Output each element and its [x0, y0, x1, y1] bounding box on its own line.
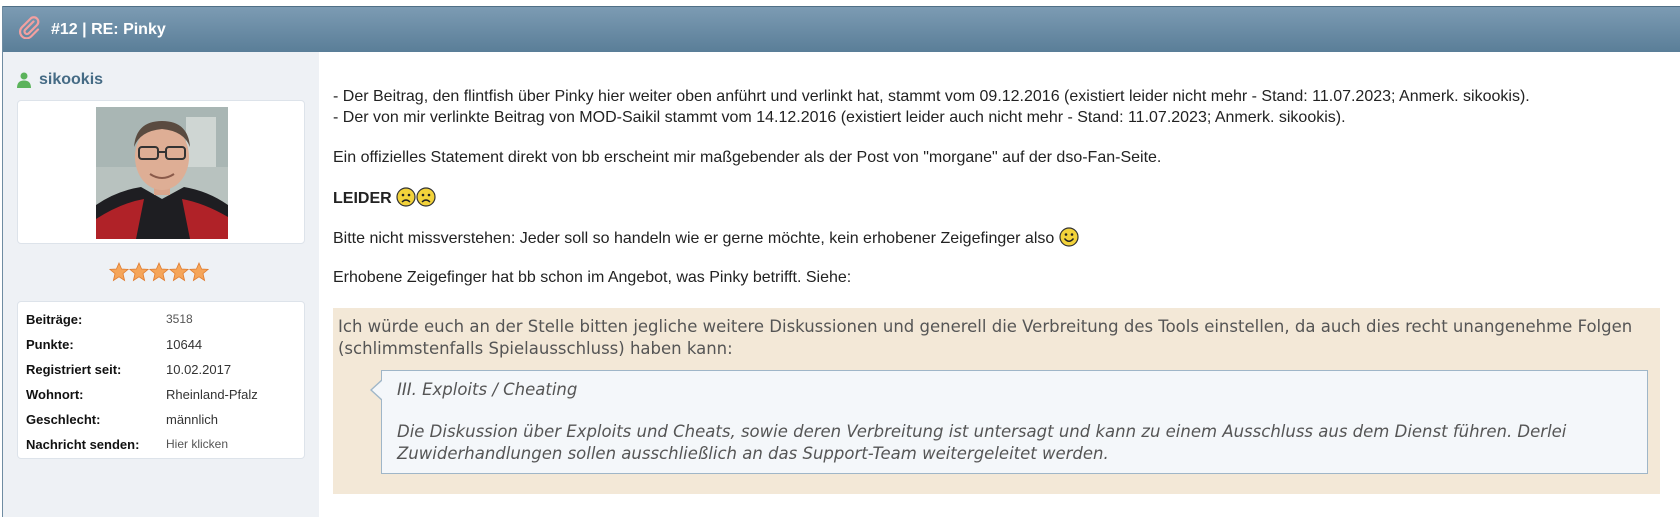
user-icon	[17, 72, 31, 88]
stat-points: Punkte: 10644	[26, 334, 202, 354]
stat-location: Wohnort: Rheinland-Pfalz	[26, 384, 258, 404]
star-icon	[189, 262, 209, 282]
star-icon	[149, 262, 169, 282]
author-stats: Beiträge: 3518 Punkte: 10644 Registriert…	[17, 301, 305, 459]
forum-post: #12 | RE: Pinky sikookis Beiträge: 3518 …	[2, 6, 1680, 517]
sad-face-icon	[396, 187, 416, 207]
stat-label: Registriert seit:	[26, 361, 122, 377]
stat-label: Wohnort:	[26, 386, 84, 402]
avatar-frame	[17, 100, 305, 244]
stat-label: Geschlecht:	[26, 411, 101, 427]
nested-quote-heading: III. Exploits / Cheating	[397, 380, 578, 399]
stat-posts: Beiträge: 3518	[26, 309, 193, 329]
author-sidebar: sikookis Beiträge: 3518 Punkte: 10644 Re…	[3, 52, 319, 517]
send-message-link[interactable]: Hier klicken	[166, 437, 228, 451]
stat-value: 10.02.2017	[166, 361, 232, 377]
rank-stars	[109, 262, 209, 282]
star-icon	[169, 262, 189, 282]
author-name-row: sikookis	[17, 70, 103, 90]
avatar[interactable]	[96, 107, 228, 239]
post-line: - Der Beitrag, den flintfish über Pinky …	[333, 88, 1530, 105]
leider-text: LEIDER	[333, 190, 392, 207]
stat-value: 3518	[166, 312, 193, 326]
stat-gender: Geschlecht: männlich	[26, 409, 218, 429]
post-line: - Der von mir verlinkte Beitrag von MOD-…	[333, 109, 1346, 126]
stat-registered: Registriert seit: 10.02.2017	[26, 359, 231, 379]
post-content: - Der Beitrag, den flintfish über Pinky …	[333, 52, 1673, 517]
post-title: #12 | RE: Pinky	[51, 21, 166, 38]
stat-label: Nachricht senden:	[26, 436, 140, 452]
quote-text: Ich würde euch an der Stelle bitten jegl…	[338, 317, 1633, 358]
paperclip-icon	[19, 16, 40, 39]
smile-icon	[1059, 227, 1079, 247]
stat-label: Punkte:	[26, 336, 74, 352]
nested-quote-body: Die Diskussion über Exploits und Cheats,…	[397, 422, 1567, 463]
post-line: Erhobene Zeigefinger hat bb schon im Ang…	[333, 269, 852, 286]
quote-arrow-fill	[372, 380, 383, 400]
nested-quote: III. Exploits / Cheating Die Diskussion …	[370, 370, 1648, 474]
author-username[interactable]: sikookis	[39, 71, 103, 89]
post-line-misunderstand: Bitte nicht missverstehen: Jeder soll so…	[333, 227, 1079, 249]
sad-face-icon	[416, 187, 436, 207]
stat-value: männlich	[166, 411, 219, 427]
post-line: Ein offizielles Statement direkt von bb …	[333, 149, 1162, 166]
post-text: Bitte nicht missverstehen: Jeder soll so…	[333, 230, 1055, 247]
star-icon	[109, 262, 129, 282]
star-icon	[129, 262, 149, 282]
post-line-leider: LEIDER	[333, 187, 436, 209]
blockquote: Ich würde euch an der Stelle bitten jegl…	[333, 308, 1660, 494]
post-header: #12 | RE: Pinky	[3, 6, 1680, 52]
stat-label: Beiträge:	[26, 311, 83, 327]
stat-value: 10644	[166, 336, 203, 352]
stat-send-message: Nachricht senden: Hier klicken	[26, 434, 228, 454]
stat-value: Rheinland-Pfalz	[166, 386, 258, 402]
